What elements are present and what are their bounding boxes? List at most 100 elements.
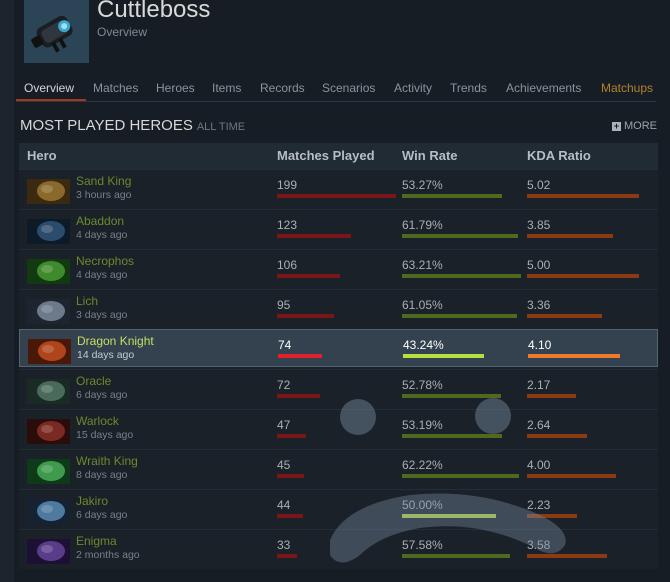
plus-icon: + <box>612 121 621 131</box>
matches-played-value: 72 <box>277 378 291 392</box>
win-rate-value: 53.27% <box>402 178 443 192</box>
column-header-winrate[interactable]: Win Rate <box>402 148 458 163</box>
hero-name-link[interactable]: Abaddon <box>76 214 124 228</box>
win-rate-value: 61.05% <box>402 298 443 312</box>
win-rate-value: 53.19% <box>402 418 443 432</box>
hero-name-link[interactable]: Lich <box>76 294 98 308</box>
hero-name-link[interactable]: Wraith King <box>76 454 138 468</box>
matches-played-value: 74 <box>278 338 292 352</box>
matches-played-bar <box>277 394 320 398</box>
win-rate-value: 43.24% <box>403 338 444 352</box>
win-rate-bar <box>402 234 518 238</box>
hero-portrait-icon[interactable] <box>27 259 70 284</box>
table-row[interactable]: Warlock 15 days ago 47 53.19% 2.64 <box>19 409 658 448</box>
win-rate-bar <box>402 474 519 478</box>
table-row[interactable]: Dragon Knight 14 days ago 74 43.24% 4.10 <box>19 329 658 367</box>
hero-portrait-icon[interactable] <box>27 379 70 404</box>
win-rate-value: 52.78% <box>402 378 443 392</box>
table-row[interactable]: Lich 3 days ago 95 61.05% 3.36 <box>19 289 658 328</box>
matches-played-bar <box>277 234 351 238</box>
tab-heroes[interactable]: Heroes <box>156 81 195 95</box>
kda-ratio-value: 2.23 <box>527 498 551 512</box>
tab-scenarios[interactable]: Scenarios <box>322 81 375 95</box>
win-rate-value: 63.21% <box>402 258 443 272</box>
hero-last-played: 4 days ago <box>76 229 128 241</box>
matches-played-value: 44 <box>277 498 291 512</box>
win-rate-bar <box>402 554 510 558</box>
column-header-kda[interactable]: KDA Ratio <box>527 148 591 163</box>
table-row[interactable]: Wraith King 8 days ago 45 62.22% 4.00 <box>19 449 658 488</box>
kda-ratio-bar <box>527 434 587 438</box>
matches-played-value: 106 <box>277 258 298 272</box>
table-row[interactable]: Abaddon 4 days ago 123 61.79% 3.85 <box>19 209 658 248</box>
hero-portrait-icon[interactable] <box>27 299 70 324</box>
active-tab-indicator <box>16 99 86 101</box>
avatar[interactable] <box>24 0 89 63</box>
tab-overview[interactable]: Overview <box>24 81 74 95</box>
tab-bar: Overview Matches Heroes Items Records Sc… <box>16 75 656 102</box>
kda-ratio-bar <box>527 274 639 278</box>
matches-played-bar <box>277 554 297 558</box>
win-rate-value: 50.00% <box>402 498 443 512</box>
section-subtitle: ALL TIME <box>196 121 246 133</box>
column-header-hero[interactable]: Hero <box>27 148 57 163</box>
hero-last-played: 14 days ago <box>77 349 135 361</box>
page-subtitle: Overview <box>97 25 148 39</box>
hero-portrait-icon[interactable] <box>27 219 70 244</box>
hero-portrait-icon[interactable] <box>27 419 70 444</box>
hero-portrait-icon[interactable] <box>27 459 70 484</box>
win-rate-value: 57.58% <box>402 538 443 552</box>
section-title: MOST PLAYED HEROES ALL TIME <box>20 117 245 134</box>
tab-items[interactable]: Items <box>212 81 241 95</box>
kda-ratio-bar <box>527 194 639 198</box>
tab-matches[interactable]: Matches <box>93 81 138 95</box>
matches-played-bar <box>277 514 303 518</box>
tab-activity[interactable]: Activity <box>394 81 432 95</box>
win-rate-bar <box>402 194 502 198</box>
hero-last-played: 2 months ago <box>76 549 140 561</box>
table-row[interactable]: Necrophos 4 days ago 106 63.21% 5.00 <box>19 249 658 288</box>
kda-ratio-value: 5.00 <box>527 258 551 272</box>
win-rate-bar <box>402 434 502 438</box>
hero-last-played: 15 days ago <box>76 429 134 441</box>
hero-portrait-icon[interactable] <box>27 539 70 564</box>
hero-last-played: 6 days ago <box>76 509 128 521</box>
hero-name-link[interactable]: Dragon Knight <box>77 334 154 348</box>
matches-played-bar <box>277 474 304 478</box>
hero-name-link[interactable]: Enigma <box>76 534 117 548</box>
hero-last-played: 6 days ago <box>76 389 128 401</box>
hero-name-link[interactable]: Necrophos <box>76 254 134 268</box>
kda-ratio-bar <box>527 474 616 478</box>
table-row[interactable]: Enigma 2 months ago 33 57.58% 3.58 <box>19 529 658 568</box>
matches-played-bar <box>278 354 322 358</box>
tab-matchups[interactable]: Matchups <box>601 81 653 95</box>
heroes-table: Hero Matches Played Win Rate KDA Ratio S… <box>19 143 658 569</box>
matches-played-value: 199 <box>277 178 298 192</box>
kda-ratio-value: 5.02 <box>527 178 551 192</box>
hero-last-played: 3 days ago <box>76 309 128 321</box>
matches-played-bar <box>277 434 306 438</box>
column-header-matches[interactable]: Matches Played <box>277 148 375 163</box>
hero-name-link[interactable]: Warlock <box>76 414 119 428</box>
table-row[interactable]: Sand King 3 hours ago 199 53.27% 5.02 <box>19 169 658 208</box>
hero-last-played: 4 days ago <box>76 269 128 281</box>
hero-name-link[interactable]: Oracle <box>76 374 111 388</box>
tab-trends[interactable]: Trends <box>450 81 487 95</box>
matches-played-value: 123 <box>277 218 298 232</box>
matches-played-value: 95 <box>277 298 291 312</box>
more-button[interactable]: + MORE <box>612 120 657 132</box>
hero-portrait-icon[interactable] <box>27 179 70 204</box>
player-name: Cuttleboss <box>97 0 211 23</box>
hero-portrait-icon[interactable] <box>27 499 70 524</box>
tab-achievements[interactable]: Achievements <box>506 81 581 95</box>
kda-ratio-value: 4.10 <box>528 338 552 352</box>
hero-name-link[interactable]: Sand King <box>76 174 131 188</box>
kda-ratio-bar <box>527 234 613 238</box>
table-row[interactable]: Jakiro 6 days ago 44 50.00% 2.23 <box>19 489 658 528</box>
hero-portrait-icon[interactable] <box>28 339 71 364</box>
win-rate-value: 62.22% <box>402 458 443 472</box>
hero-name-link[interactable]: Jakiro <box>76 494 108 508</box>
tab-records[interactable]: Records <box>260 81 305 95</box>
kda-ratio-value: 2.64 <box>527 418 551 432</box>
table-row[interactable]: Oracle 6 days ago 72 52.78% 2.17 <box>19 369 658 408</box>
